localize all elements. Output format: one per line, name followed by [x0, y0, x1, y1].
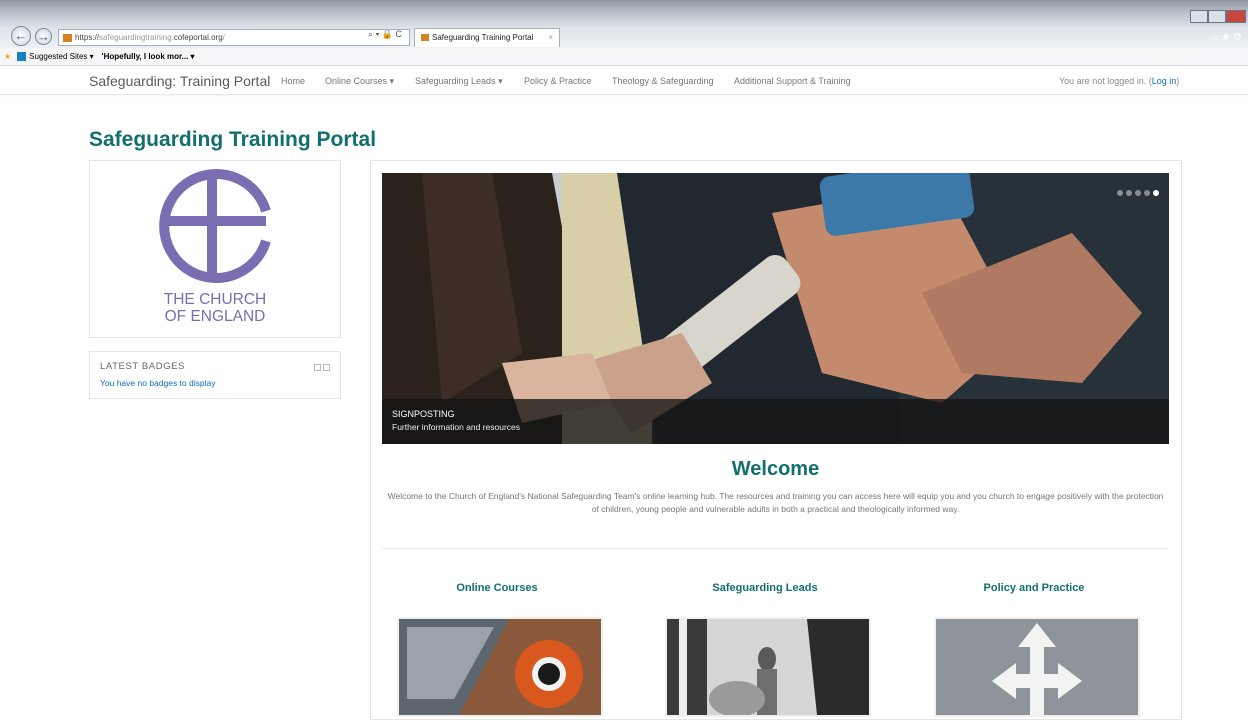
slider-dot[interactable]	[1144, 190, 1150, 196]
favorites-bar: ★ Suggested Sites ▾ 'Hopefully, I look mor…	[0, 48, 1248, 66]
nav-safeguarding-leads[interactable]: Safeguarding Leads ▾	[415, 76, 503, 87]
church-of-england-logo-icon	[159, 169, 271, 283]
url-domain: cofeportal.org	[173, 33, 223, 42]
image-slider[interactable]: SIGNPOSTING Further information and reso…	[382, 173, 1169, 444]
url-scheme: https://	[75, 33, 100, 42]
tab-title: Safeguarding Training Portal	[432, 33, 534, 42]
logo-block: THE CHURCH OF ENGLAND	[89, 160, 341, 338]
badges-message: You have no badges to display	[100, 378, 216, 388]
bing-icon	[17, 52, 27, 62]
meeting-room-image	[667, 619, 869, 715]
logo-line-2: OF ENGLAND	[164, 308, 266, 325]
section-title-online-courses[interactable]: Online Courses	[387, 582, 607, 594]
thumb-policy-practice[interactable]	[934, 617, 1140, 717]
url-subdomain: safeguardingtraining.	[99, 33, 174, 42]
nav-theology-safeguarding[interactable]: Theology & Safeguarding	[612, 76, 714, 86]
welcome-heading: Welcome	[731, 458, 820, 480]
address-bar-tools[interactable]: ⌕ ▾ 🔒 C	[368, 29, 402, 40]
site-favicon-icon	[63, 33, 72, 42]
favorites-star-icon[interactable]: ★	[4, 52, 11, 61]
page-title: Safeguarding Training Portal	[89, 128, 377, 151]
slide-subtitle: Further information and resources	[392, 422, 521, 432]
laptop-coffee-image	[399, 619, 601, 715]
divider	[382, 548, 1169, 549]
minimize-button[interactable]	[1190, 10, 1208, 23]
section-title-policy-practice[interactable]: Policy and Practice	[924, 582, 1144, 594]
site-brand[interactable]: Safeguarding: Training Portal	[89, 73, 270, 89]
url-path: /	[222, 33, 225, 42]
latest-badges-block: LATEST BADGES You have no badges to disp…	[89, 351, 341, 399]
logo-line-1: THE CHURCH	[163, 291, 267, 308]
dock-icon[interactable]	[323, 364, 330, 371]
nav-home[interactable]: Home	[281, 76, 305, 86]
back-arrow-icon: ←	[14, 28, 28, 43]
slide-title: SIGNPOSTING	[392, 409, 455, 419]
browser-toolbar-icons[interactable]: ⌂ ★ ⚙	[1212, 32, 1242, 43]
tab-close-icon[interactable]: ×	[548, 29, 553, 46]
block-controls	[312, 364, 330, 373]
login-status-close: )	[1176, 76, 1180, 86]
browser-chrome: ← → https://safeguardingtraining.cofepor…	[0, 0, 1248, 48]
slide-caption: SIGNPOSTING Further information and reso…	[382, 399, 1169, 444]
slider-dots[interactable]	[1114, 183, 1159, 201]
maximize-button[interactable]	[1208, 10, 1226, 23]
badges-title: LATEST BADGES	[100, 361, 186, 372]
tab-favicon-icon	[421, 34, 429, 42]
nav-policy-practice[interactable]: Policy & Practice	[524, 76, 592, 86]
site-navbar: Safeguarding: Training Portal Home Onlin…	[0, 67, 1248, 95]
browser-tab[interactable]: Safeguarding Training Portal ×	[414, 28, 560, 47]
forward-button[interactable]: →	[35, 28, 52, 45]
logo-text: THE CHURCH OF ENGLAND	[90, 291, 340, 325]
login-status-text: You are not logged in. (	[1059, 76, 1152, 86]
slider-dot[interactable]	[1153, 190, 1159, 196]
section-title-safeguarding-leads[interactable]: Safeguarding Leads	[655, 582, 875, 594]
window-controls	[1190, 10, 1246, 23]
slider-dot[interactable]	[1126, 190, 1132, 196]
nav-online-courses[interactable]: Online Courses ▾	[325, 76, 394, 87]
login-link[interactable]: Log in	[1152, 76, 1177, 86]
address-bar[interactable]: https://safeguardingtraining.cofeportal.…	[58, 29, 410, 46]
forward-arrow-icon: →	[37, 29, 50, 44]
welcome-text: Welcome to the Church of England's Natio…	[387, 491, 1164, 514]
slider-dot[interactable]	[1135, 190, 1141, 196]
close-window-button[interactable]	[1226, 10, 1246, 23]
back-button[interactable]: ←	[11, 26, 31, 46]
nav-additional-support[interactable]: Additional Support & Training	[734, 76, 851, 86]
collapse-icon[interactable]	[314, 364, 321, 371]
suggested-sites-link[interactable]: Suggested Sites ▾	[29, 52, 94, 61]
crossroads-arrows-image	[936, 619, 1138, 715]
slider-dot[interactable]	[1117, 190, 1123, 196]
login-status: You are not logged in. (Log in)	[1059, 76, 1179, 86]
thumb-safeguarding-leads[interactable]	[665, 617, 871, 717]
favorite-item-link[interactable]: 'Hopefully, I look mor... ▾	[102, 52, 195, 61]
thumb-online-courses[interactable]	[397, 617, 603, 717]
